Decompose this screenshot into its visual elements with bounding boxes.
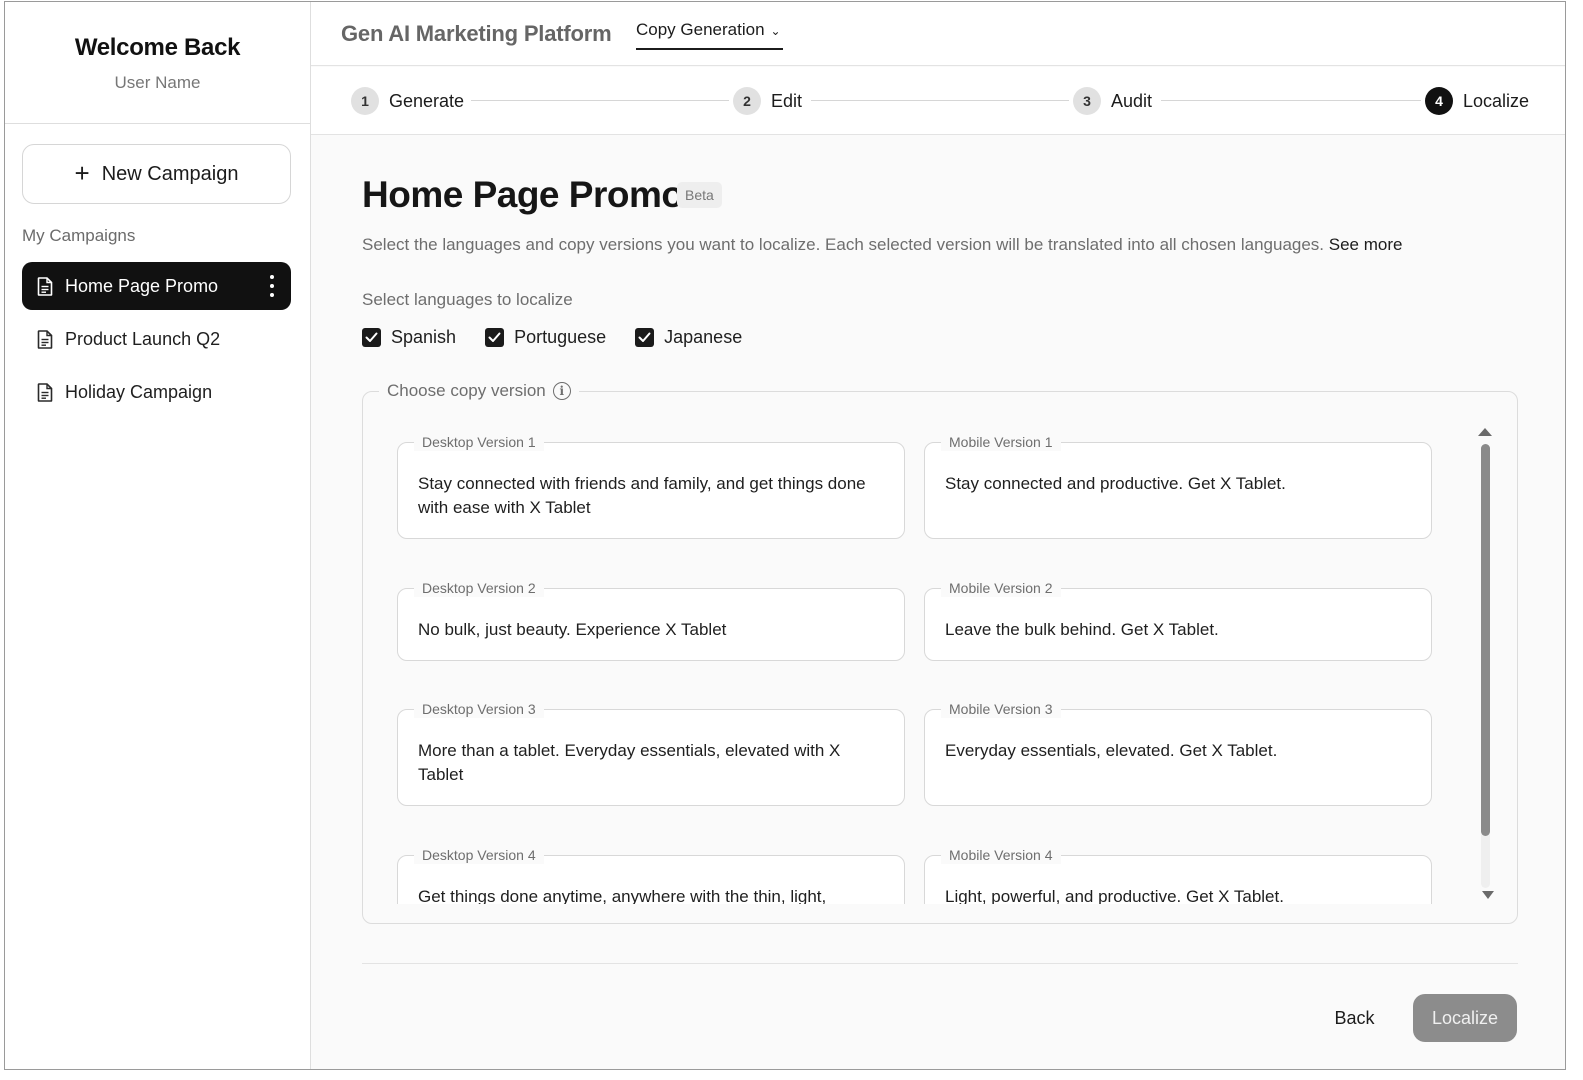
languages-heading: Select languages to localize [362, 290, 573, 309]
beta-badge: Beta [677, 182, 722, 208]
card-label: Mobile Version 3 [941, 700, 1061, 718]
card-label: Mobile Version 4 [941, 846, 1061, 864]
sidebar-item-label: Home Page Promo [65, 275, 219, 296]
scroll-up-arrow-icon[interactable] [1478, 428, 1492, 436]
back-button[interactable]: Back [1317, 994, 1392, 1042]
campaigns-heading: My Campaigns [22, 226, 136, 245]
scrollbar-thumb[interactable] [1481, 444, 1490, 836]
card-text: More than a tablet. Everyday essentials,… [418, 741, 841, 784]
page-title: Home Page Promo [362, 174, 684, 215]
new-campaign-button[interactable]: + New Campaign [22, 144, 291, 204]
copy-card-mobile-3[interactable]: Mobile Version 3 Everyday essentials, el… [924, 700, 1432, 806]
app-title: Gen AI Marketing Platform [341, 21, 612, 46]
document-icon [37, 329, 53, 349]
card-label: Desktop Version 2 [414, 579, 544, 597]
card-text: No bulk, just beauty. Experience X Table… [418, 620, 727, 639]
language-checkboxes: Spanish Portuguese Japanese [362, 327, 742, 348]
copy-version-group: Choose copy version i Desktop Version 1 … [362, 381, 1518, 924]
chevron-down-icon: ⌄ [770, 24, 781, 38]
sidebar-item-label: Holiday Campaign [65, 381, 213, 402]
legend-label: Choose copy version [387, 381, 546, 400]
step-connector [1161, 100, 1421, 101]
new-campaign-label: New Campaign [101, 162, 239, 185]
language-label: Japanese [664, 327, 743, 347]
document-icon [37, 276, 53, 296]
localize-button[interactable]: Localize [1413, 994, 1517, 1042]
app-window: Welcome Back User Name + New Campaign My… [4, 1, 1566, 1070]
language-option-japanese[interactable]: Japanese [635, 327, 742, 348]
sidebar-item-product-launch-q2[interactable]: Product Launch Q2 [22, 315, 291, 363]
welcome-title: Welcome Back [74, 34, 241, 61]
language-option-spanish[interactable]: Spanish [362, 327, 456, 348]
step-localize[interactable]: 4 Localize [1421, 85, 1536, 117]
sidebar: Welcome Back User Name + New Campaign My… [5, 2, 311, 1069]
dropdown-label: Copy Generation [636, 20, 765, 39]
checkbox-checked-icon[interactable] [362, 328, 381, 347]
document-icon [37, 382, 53, 402]
copy-card-desktop-1[interactable]: Desktop Version 1 Stay connected with fr… [397, 433, 905, 539]
card-label: Mobile Version 1 [941, 433, 1061, 451]
step-number: 3 [1073, 87, 1101, 115]
card-text: Everyday essentials, elevated. Get X Tab… [945, 741, 1278, 760]
language-label: Portuguese [514, 327, 607, 347]
copy-card-mobile-4[interactable]: Mobile Version 4 Light, powerful, and pr… [924, 846, 1432, 904]
copy-generation-dropdown[interactable]: Copy Generation ⌄ [636, 20, 783, 50]
card-label: Desktop Version 4 [414, 846, 544, 864]
language-label: Spanish [391, 327, 457, 347]
more-options-icon[interactable] [269, 275, 275, 297]
checkbox-checked-icon[interactable] [485, 328, 505, 347]
step-number: 1 [351, 87, 379, 115]
page-description: Select the languages and copy versions y… [362, 235, 1402, 255]
card-text: Stay connected and productive. Get X Tab… [945, 474, 1286, 493]
step-audit[interactable]: 3 Audit [1069, 85, 1159, 117]
copy-card-desktop-3[interactable]: Desktop Version 3 More than a tablet. Ev… [397, 700, 905, 806]
scroll-down-arrow-icon[interactable] [1482, 891, 1494, 899]
plus-icon: + [74, 157, 90, 188]
footer-divider [362, 963, 1518, 964]
sidebar-item-home-page-promo[interactable]: Home Page Promo [22, 262, 291, 310]
checkbox-checked-icon[interactable] [635, 328, 655, 347]
language-option-portuguese[interactable]: Portuguese [485, 327, 606, 348]
step-edit[interactable]: 2 Edit [729, 85, 809, 117]
description-text: Select the languages and copy versions y… [362, 235, 1325, 254]
progress-stepper: 1 Generate 2 Edit 3 Audit 4 Localize [311, 67, 1565, 135]
step-number: 4 [1425, 87, 1453, 115]
step-label: Generate [389, 90, 465, 111]
copy-card-desktop-4[interactable]: Desktop Version 4 Get things done anytim… [397, 846, 905, 904]
see-more-link[interactable]: See more [1329, 235, 1403, 254]
card-text: Stay connected with friends and family, … [418, 474, 866, 517]
info-icon[interactable]: i [552, 382, 571, 400]
step-label: Edit [771, 90, 803, 111]
copy-version-legend: Choose copy version i [379, 381, 579, 401]
card-label: Mobile Version 2 [941, 579, 1061, 597]
card-label: Desktop Version 1 [414, 433, 544, 451]
step-label: Localize [1463, 90, 1530, 111]
card-text: Light, powerful, and productive. Get X T… [945, 887, 1284, 904]
top-header: Gen AI Marketing Platform Copy Generatio… [311, 2, 1565, 66]
sidebar-item-holiday-campaign[interactable]: Holiday Campaign [22, 368, 291, 416]
card-text: Get things done anytime, anywhere with t… [418, 887, 827, 904]
step-number: 2 [733, 87, 761, 115]
card-text: Leave the bulk behind. Get X Tablet. [945, 620, 1219, 639]
campaign-list: Home Page Promo Product Launch Q2 Holida… [22, 262, 291, 421]
copy-version-list[interactable]: Desktop Version 1 Stay connected with fr… [387, 422, 1437, 904]
step-label: Audit [1111, 90, 1153, 111]
step-generate[interactable]: 1 Generate [347, 85, 471, 117]
copy-card-mobile-1[interactable]: Mobile Version 1 Stay connected and prod… [924, 433, 1432, 539]
copy-card-desktop-2[interactable]: Desktop Version 2 No bulk, just beauty. … [397, 579, 905, 661]
card-label: Desktop Version 3 [414, 700, 544, 718]
step-connector [811, 100, 1071, 101]
step-connector [471, 100, 731, 101]
welcome-panel: Welcome Back User Name [5, 2, 310, 124]
sidebar-item-label: Product Launch Q2 [65, 328, 221, 349]
user-name: User Name [114, 73, 201, 92]
copy-card-mobile-2[interactable]: Mobile Version 2 Leave the bulk behind. … [924, 579, 1432, 661]
